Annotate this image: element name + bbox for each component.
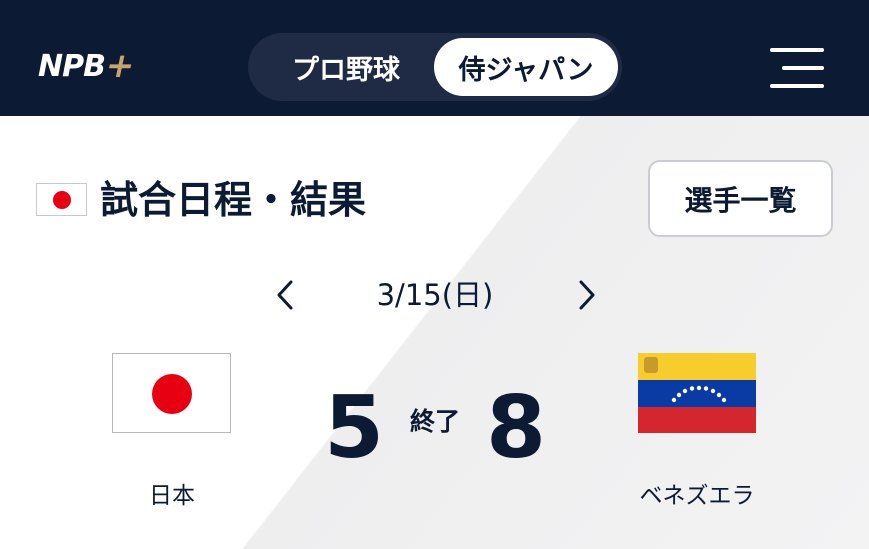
away-team-name[interactable]: ベネズエラ [620,478,774,514]
away-score: 8 [486,378,546,478]
game-status: 終了 [409,407,460,436]
flag-disc [152,374,192,414]
menu-line [782,66,824,70]
tab-samurai-japan[interactable]: 侍ジャパン [434,38,618,96]
chevron-left-icon [277,280,293,310]
next-date-button[interactable] [572,275,602,315]
npb-plus-logo[interactable]: NPB + [38,46,138,86]
japan-flag-icon[interactable] [112,353,231,433]
venezuela-flag-icon[interactable] [638,353,756,433]
chevron-right-icon [579,280,595,310]
home-team-name[interactable]: 日本 [112,478,232,514]
tab-pro-baseball[interactable]: プロ野球 [258,38,434,96]
menu-line [770,48,824,52]
current-date: 3/15(日) [376,278,494,312]
hamburger-menu-icon[interactable] [768,44,824,92]
top-header: NPB + プロ野球 侍ジャパン [0,0,869,116]
logo-plus: + [101,46,138,86]
menu-line [770,84,824,88]
player-list-button[interactable]: 選手一覧 [648,160,833,237]
category-tab-switch: プロ野球 侍ジャパン [248,33,622,101]
logo-text: NPB [38,48,106,84]
previous-date-button[interactable] [272,275,302,315]
flag-disc [53,191,71,209]
flag-stars [644,357,727,403]
coat-of-arms-icon [644,357,658,373]
japan-flag-icon [36,183,87,216]
home-score: 5 [324,378,384,478]
page-title: 試合日程・結果 [100,178,367,222]
